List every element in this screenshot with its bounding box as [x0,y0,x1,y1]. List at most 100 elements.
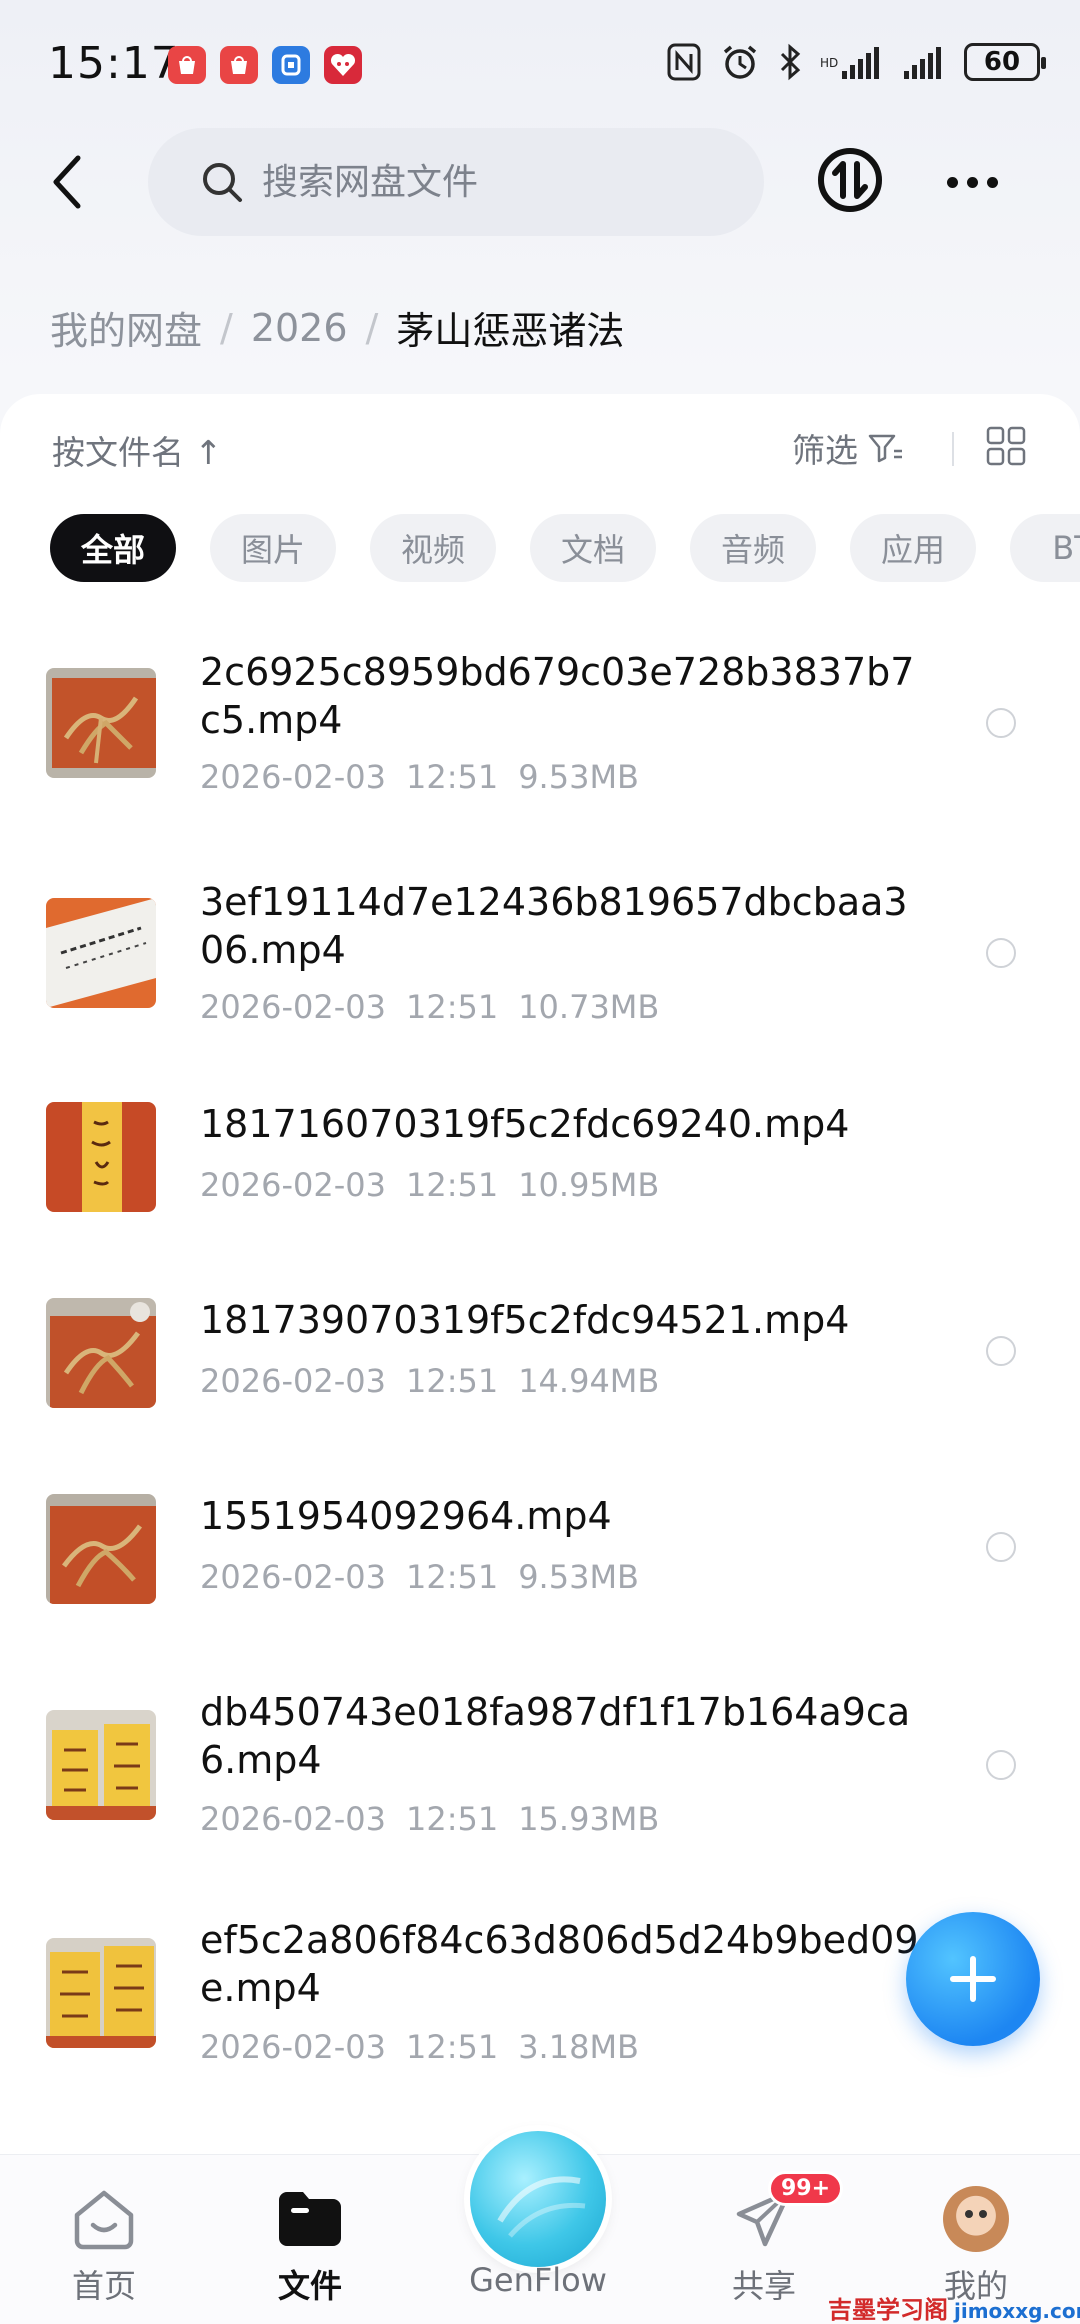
nav-item-home[interactable]: 首页 [24,2155,184,2324]
home-icon [70,2185,138,2253]
video-thumbnail [46,1298,156,1408]
chip-bt[interactable]: BT [1010,514,1080,582]
breadcrumb-item-current: 茅山惩恶诸法 [396,309,625,353]
grid-view-icon [986,426,1026,466]
chip-audio[interactable]: 音频 [690,514,816,582]
top-bar [0,124,1080,240]
file-name: ef5c2a806f84c63d806d5d24b9bed09e.mp4 [200,1918,919,2010]
category-chips: 全部 图片 视频 文档 音频 应用 BT [50,514,1080,582]
back-button[interactable] [36,150,100,214]
more-options-button[interactable] [940,150,1004,214]
list-item[interactable]: db450743e018fa987df1f17b164a9ca6.mp4 202… [0,1688,1080,1888]
more-dots-icon [986,176,998,188]
file-date: 2026-02-03 [200,758,386,796]
folder-icon [276,2185,344,2253]
file-size: 3.18MB [518,2028,639,2066]
select-checkbox[interactable] [986,1532,1016,1562]
sort-toolbar: 按文件名 ↑ 筛选 [0,394,1080,498]
file-date: 2026-02-03 [200,1362,386,1400]
file-size: 14.94MB [518,1362,660,1400]
video-thumbnail [46,1710,156,1820]
nav-item-genflow[interactable]: GenFlow [458,2155,618,2324]
filter-icon [868,434,902,463]
file-date: 2026-02-03 [200,1558,386,1596]
avatar [943,2186,1009,2252]
signal-icon: HD [820,43,884,81]
filter-button[interactable]: 筛选 [792,424,904,472]
file-name: db450743e018fa987df1f17b164a9ca6.mp4 [200,1690,911,1782]
file-time: 12:51 [405,988,499,1026]
chip-documents[interactable]: 文档 [530,514,656,582]
chip-apps[interactable]: 应用 [850,514,976,582]
chip-videos[interactable]: 视频 [370,514,496,582]
file-date: 2026-02-03 [200,988,386,1026]
file-time: 12:51 [405,1362,499,1400]
file-size: 15.93MB [518,1800,660,1838]
nav-item-files[interactable]: 文件 [230,2155,390,2324]
file-name: 2c6925c8959bd679c03e728b3837b7c5.mp4 [200,650,915,742]
list-item[interactable]: 2c6925c8959bd679c03e728b3837b7c5.mp4 202… [0,640,1080,840]
system-icons: HD 60 [666,42,1046,82]
sort-by-name-button[interactable]: 按文件名 ↑ [52,426,222,474]
search-box[interactable] [148,128,764,236]
bluetooth-icon [778,42,802,82]
security-app-icon [272,46,310,84]
file-size: 9.53MB [518,758,639,796]
filter-label: 筛选 [792,431,858,470]
chevron-left-icon [53,155,81,209]
plus-icon [950,1956,996,2002]
file-meta: 2026-02-03 12:51 10.73MB [200,988,659,1026]
video-thumbnail [46,1102,156,1212]
add-button[interactable] [906,1912,1040,2046]
huawei-store-icon [168,46,206,84]
file-name: 181716070319f5c2fdc69240.mp4 [200,1102,850,1146]
file-date: 2026-02-03 [200,1800,386,1838]
huawei-store-icon [220,46,258,84]
more-dots-icon [946,176,958,188]
list-item[interactable]: 3ef19114d7e12436b819657dbcbaa306.mp4 202… [0,870,1080,1070]
file-meta: 2026-02-03 12:51 9.53MB [200,758,639,796]
more-dots-icon [966,176,978,188]
chip-images[interactable]: 图片 [210,514,336,582]
file-name: 3ef19114d7e12436b819657dbcbaa306.mp4 [200,880,908,972]
file-size: 9.53MB [518,1558,639,1596]
breadcrumb-separator: / [220,305,233,350]
breadcrumb-item-root[interactable]: 我的网盘 [50,300,202,355]
video-thumbnail [46,668,156,778]
list-item[interactable]: 181739070319f5c2fdc94521.mp4 2026-02-03 … [0,1296,1080,1456]
breadcrumb-item-year[interactable]: 2026 [251,306,348,350]
nav-item-share[interactable]: 99+ 共享 [684,2155,844,2324]
transfer-list-button[interactable] [816,146,884,214]
alarm-icon [720,42,760,82]
avatar-icon [942,2185,1010,2253]
video-thumbnail [46,898,156,1008]
file-meta: 2026-02-03 12:51 3.18MB [200,2028,639,2066]
select-checkbox[interactable] [986,1750,1016,1780]
file-size: 10.73MB [518,988,660,1026]
list-item[interactable]: 181716070319f5c2fdc69240.mp4 2026-02-03 … [0,1100,1080,1260]
list-item[interactable]: 1551954092964.mp4 2026-02-03 12:51 9.53M… [0,1492,1080,1652]
file-time: 12:51 [405,758,499,796]
file-browser-screen: 15:17 HD 60 搜索网盘文件 我的网盘 / 2026 / 茅山惩恶诸法 … [0,0,1080,2324]
select-checkbox[interactable] [986,708,1016,738]
search-input[interactable] [262,161,662,203]
notification-icons [168,46,362,84]
file-time: 12:51 [405,1800,499,1838]
grid-view-button[interactable] [986,426,1026,466]
watermark-en: jimoxxg.com [954,2299,1080,2323]
breadcrumb-separator: / [365,305,379,350]
transfer-icon [818,148,882,212]
file-size: 10.95MB [518,1166,660,1204]
nav-label: 首页 [71,2267,136,2305]
chip-all[interactable]: 全部 [50,514,176,582]
file-meta: 2026-02-03 12:51 14.94MB [200,1362,659,1400]
signal-icon [902,43,946,81]
select-checkbox[interactable] [986,1336,1016,1366]
file-name: 1551954092964.mp4 [200,1494,612,1538]
select-checkbox[interactable] [986,938,1016,968]
paper-plane-icon: 99+ [730,2171,844,2253]
status-bar: 15:17 HD 60 [0,0,1080,120]
battery-indicator: 60 [964,43,1046,81]
breadcrumb: 我的网盘 / 2026 / 茅山惩恶诸法 [50,300,624,355]
file-time: 12:51 [405,1558,499,1596]
